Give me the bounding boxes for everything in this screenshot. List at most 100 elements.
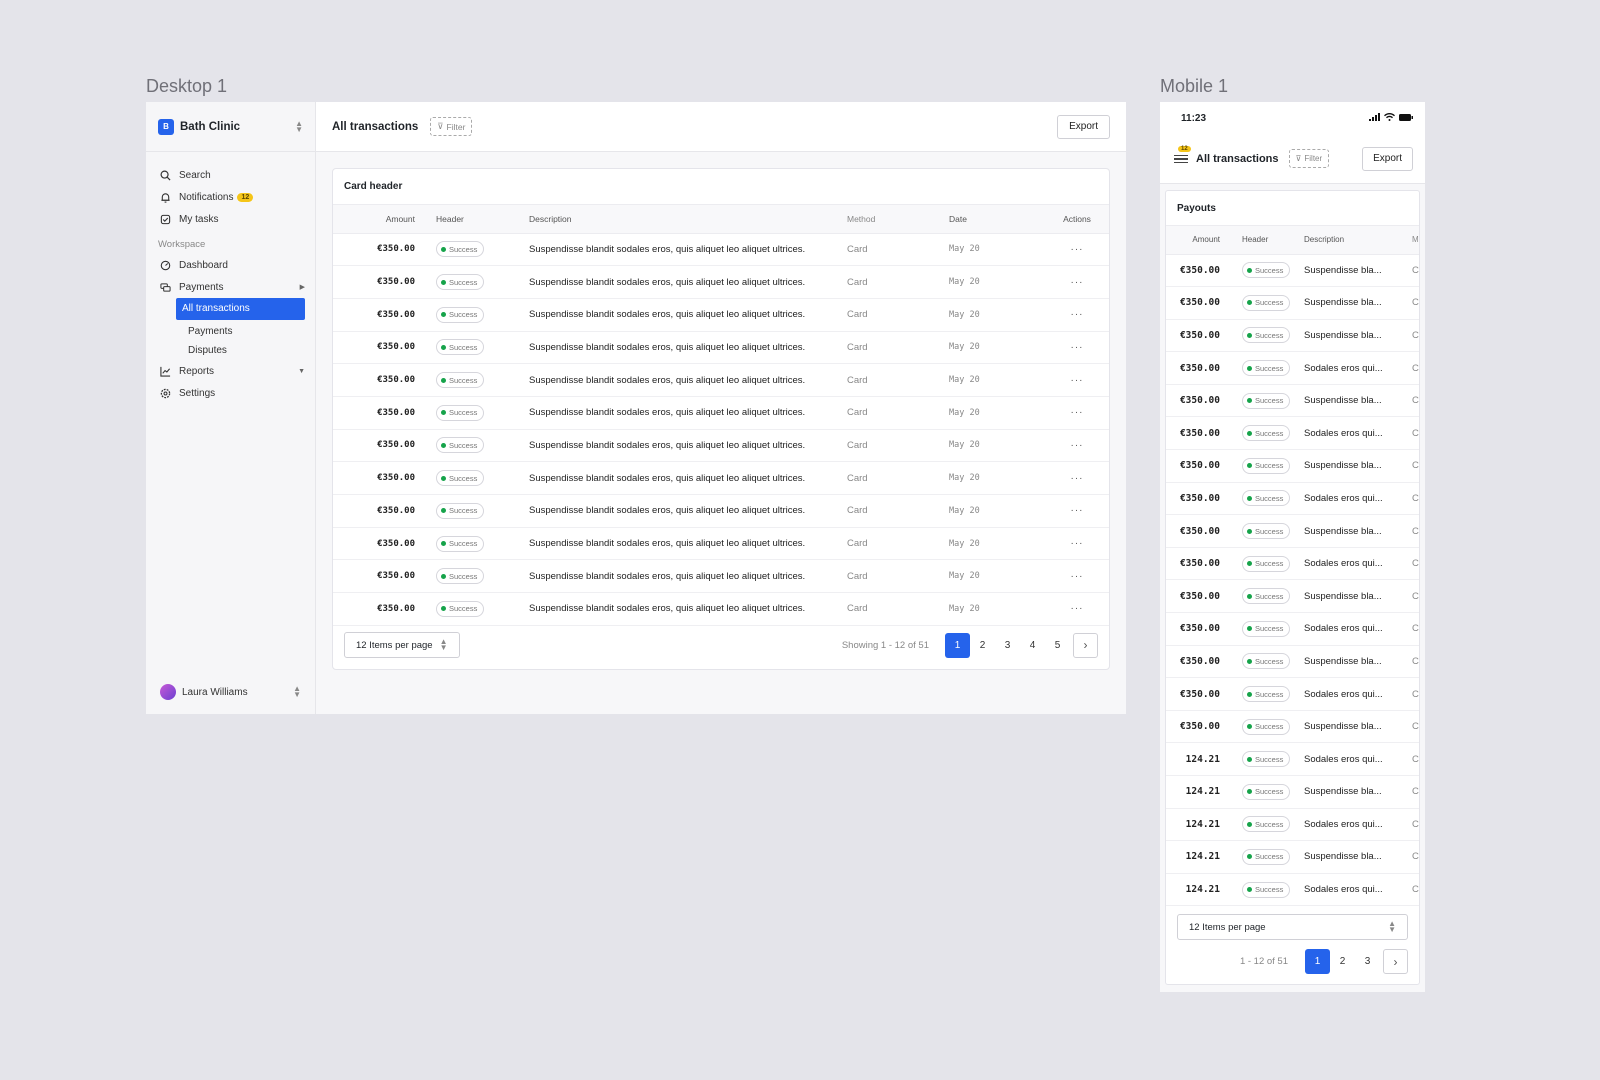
table-row[interactable]: €350.00 Success Sodales eros qui... C xyxy=(1166,482,1419,516)
table-row[interactable]: €350.00 Success Suspendisse blandit sodale… xyxy=(333,461,1109,495)
table-row[interactable]: €350.00 Success Suspendisse blandit sodale… xyxy=(333,429,1109,463)
more-actions-icon[interactable]: ··· xyxy=(1071,571,1084,582)
more-actions-icon[interactable]: ··· xyxy=(1071,473,1084,484)
table-row[interactable]: €350.00 Success Suspendisse blandit sodale… xyxy=(333,265,1109,299)
column-header-amount[interactable]: Amount xyxy=(333,205,429,234)
table-row[interactable]: €350.00 Success Suspendisse blandit sodale… xyxy=(333,233,1109,267)
column-header-date[interactable]: Date xyxy=(949,205,1045,234)
table-row[interactable]: €350.00 Success Suspendisse bla... C xyxy=(1166,286,1419,320)
amount-cell: €350.00 xyxy=(333,527,429,561)
sidebar-item-dashboard[interactable]: Dashboard xyxy=(158,254,305,276)
table-row[interactable]: €350.00 Success Suspendisse bla... C xyxy=(1166,514,1419,548)
table-row[interactable]: €350.00 Success Suspendisse bla... C xyxy=(1166,645,1419,679)
export-button[interactable]: Export xyxy=(1362,146,1413,171)
more-actions-icon[interactable]: ··· xyxy=(1071,309,1084,320)
column-header-description[interactable]: Description xyxy=(529,205,847,234)
more-actions-icon[interactable]: ··· xyxy=(1071,375,1084,386)
sidebar-item-my-tasks[interactable]: My tasks xyxy=(158,208,305,230)
page-button-1[interactable]: 1 xyxy=(1305,949,1330,974)
table-row[interactable]: €350.00 Success Suspendisse bla... C xyxy=(1166,579,1419,614)
column-header-amount[interactable]: Amount xyxy=(1166,226,1228,255)
table-row[interactable]: €350.00 Success Sodales eros qui... C xyxy=(1166,612,1419,646)
table-row[interactable]: €350.00 Success Suspendisse bla... C xyxy=(1166,254,1419,288)
table-row[interactable]: €350.00 Success Suspendisse blandit sodale… xyxy=(333,559,1109,594)
table-row[interactable]: €350.00 Success Suspendisse bla... C xyxy=(1166,710,1419,744)
status-badge: Success xyxy=(1242,588,1291,605)
items-per-page-select[interactable]: 12 Items per page ▲ ▼ xyxy=(1177,914,1408,940)
sidebar-item-payments[interactable]: Payments ▶ xyxy=(158,276,305,298)
column-header-method[interactable]: M xyxy=(1408,226,1419,255)
status-dot xyxy=(441,541,446,547)
table-row[interactable]: €350.00 Success Suspendisse blandit sodale… xyxy=(333,298,1109,332)
page-button-3[interactable]: 3 xyxy=(995,633,1020,658)
table-row[interactable]: 124.21 Success Suspendisse bla... C xyxy=(1166,840,1419,874)
sidebar-item-reports[interactable]: Reports ▼ xyxy=(158,360,305,382)
sidebar-item-label: Reports xyxy=(179,365,215,377)
status-label: Success xyxy=(1255,461,1284,471)
table-row[interactable]: €350.00 Success Suspendisse blandit sodale… xyxy=(333,592,1109,626)
table-row[interactable]: €350.00 Success Sodales eros qui... C xyxy=(1166,416,1419,451)
column-header-method[interactable]: Method xyxy=(847,205,949,234)
table-row[interactable]: €350.00 Success Sodales eros qui... C xyxy=(1166,547,1419,581)
table-row[interactable]: €350.00 Success Suspendisse blandit sodale… xyxy=(333,363,1109,397)
status-dot xyxy=(1247,756,1252,762)
org-switcher[interactable]: B Bath Clinic ▲ ▼ xyxy=(146,102,315,152)
column-header-description[interactable]: Description xyxy=(1298,226,1408,255)
table-row[interactable]: 124.21 Success Sodales eros qui... C xyxy=(1166,742,1419,776)
date-cell: May 20 xyxy=(949,592,1045,626)
table-row[interactable]: 124.21 Success Sodales eros qui... C xyxy=(1166,808,1419,842)
sidebar-subitem-all-transactions[interactable]: All transactions xyxy=(176,298,305,320)
table-row[interactable]: 124.21 Success Suspendisse bla... C xyxy=(1166,775,1419,809)
sidebar-item-search[interactable]: Search xyxy=(158,164,305,186)
page-button-1[interactable]: 1 xyxy=(945,632,970,658)
sidebar-subitem-disputes[interactable]: Disputes xyxy=(164,341,305,360)
chevron-updown-icon: ▲ ▼ xyxy=(439,637,448,652)
page-button-2[interactable]: 2 xyxy=(1330,949,1355,974)
next-page-button[interactable]: › xyxy=(1383,949,1408,974)
page-button-5[interactable]: 5 xyxy=(1045,633,1070,658)
sidebar-item-settings[interactable]: Settings xyxy=(158,382,305,404)
next-page-button[interactable]: › xyxy=(1073,632,1098,658)
table-row[interactable]: €350.00 Success Sodales eros qui... C xyxy=(1166,677,1419,711)
more-actions-icon[interactable]: ··· xyxy=(1071,603,1084,614)
more-actions-icon[interactable]: ··· xyxy=(1071,440,1084,451)
status-dot xyxy=(1247,495,1252,501)
actions-cell: ··· xyxy=(1045,233,1109,267)
table-row[interactable]: €350.00 Success Sodales eros qui... C xyxy=(1166,351,1419,385)
page-button-4[interactable]: 4 xyxy=(1020,633,1045,658)
status-cell: Success xyxy=(1228,416,1298,451)
amount-cell: €350.00 xyxy=(1166,710,1228,744)
table-row[interactable]: 124.21 Success Sodales eros qui... C xyxy=(1166,873,1419,907)
table-row[interactable]: €350.00 Success Suspendisse bla... C xyxy=(1166,319,1419,353)
table-row[interactable]: €350.00 Success Suspendisse blandit sodale… xyxy=(333,494,1109,528)
amount-cell: €350.00 xyxy=(333,233,429,267)
filter-button[interactable]: ⊽ Filter xyxy=(1288,149,1330,168)
items-per-page-select[interactable]: 12 Items per page ▲ ▼ xyxy=(344,632,460,658)
more-actions-icon[interactable]: ··· xyxy=(1071,538,1084,549)
sidebar-subitem-payments[interactable]: Payments xyxy=(164,322,305,341)
description-cell: Suspendisse bla... xyxy=(1298,319,1408,353)
user-menu[interactable]: Laura Williams ▲ ▼ xyxy=(160,684,301,700)
column-header-header[interactable]: Header xyxy=(1228,226,1298,255)
table-row[interactable]: €350.00 Success Suspendisse blandit sodale… xyxy=(333,396,1109,430)
more-actions-icon[interactable]: ··· xyxy=(1071,407,1084,418)
table-row[interactable]: €350.00 Success Suspendisse blandit sodale… xyxy=(333,527,1109,561)
table-row[interactable]: €350.00 Success Suspendisse bla... C xyxy=(1166,449,1419,483)
status-cell: Success xyxy=(1228,775,1298,809)
table-row[interactable]: €350.00 Success Suspendisse blandit sodale… xyxy=(333,331,1109,365)
more-actions-icon[interactable]: ··· xyxy=(1071,505,1084,516)
method-cell: C xyxy=(1408,612,1419,646)
pagination: 12 Items per page ▲ ▼ Showing 1 - 12 of 5… xyxy=(344,632,1098,658)
more-actions-icon[interactable]: ··· xyxy=(1071,277,1084,288)
more-actions-icon[interactable]: ··· xyxy=(1071,342,1084,353)
page-button-3[interactable]: 3 xyxy=(1355,949,1380,974)
export-button[interactable]: Export xyxy=(1057,114,1110,139)
sidebar-item-notifications[interactable]: Notifications 12 xyxy=(158,186,305,208)
column-header-header[interactable]: Header xyxy=(429,205,529,234)
table-row[interactable]: €350.00 Success Suspendisse bla... C xyxy=(1166,384,1419,418)
page-button-2[interactable]: 2 xyxy=(970,633,995,658)
menu-button[interactable]: 12 xyxy=(1174,145,1191,165)
status-dot xyxy=(1247,430,1252,436)
more-actions-icon[interactable]: ··· xyxy=(1071,244,1084,255)
filter-button[interactable]: ⊽ Filter xyxy=(430,117,473,136)
